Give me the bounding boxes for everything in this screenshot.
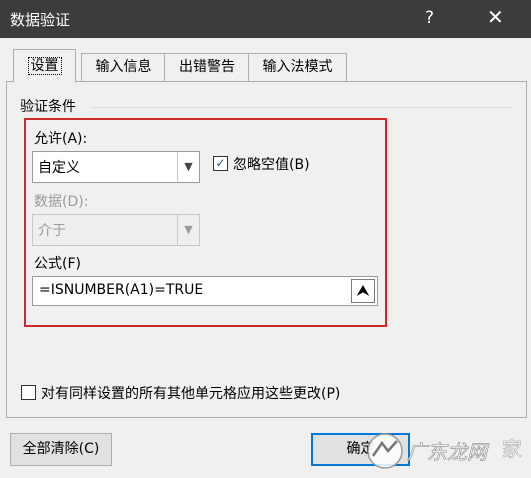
tab-error-alert[interactable]: 出错警告 [164,53,250,81]
allow-select[interactable]: 自定义 ▼ [32,151,200,183]
title-bar: 数据验证 ? ✕ [0,0,531,38]
watermark-text: 广东龙网 [407,440,490,464]
ignore-blank-checkbox[interactable]: ✓ [213,156,228,171]
formula-label: 公式(F) [34,256,81,272]
data-label: 数据(D): [34,194,89,210]
chevron-down-icon: ▼ [177,152,199,182]
window-title: 数据验证 [10,11,71,29]
help-icon[interactable]: ? [425,8,434,28]
group-title: 验证条件 [20,99,76,115]
tab-error-alert-label: 出错警告 [179,59,235,75]
allow-select-value: 自定义 [38,160,80,176]
apply-all-label: 对有同样设置的所有其他单元格应用这些更改(P) [41,386,341,402]
tab-ime-mode-label: 输入法模式 [262,59,333,75]
tab-settings-label: 设置 [27,57,62,75]
ignore-blank-label: 忽略空值(B) [233,157,310,173]
group-divider [92,107,512,108]
tab-settings[interactable]: 设置 [13,49,76,83]
data-select-value: 介于 [38,223,66,239]
chevron-down-icon: ▼ [177,215,199,245]
close-icon[interactable]: ✕ [487,5,504,29]
formula-value: =ISNUMBER(A1)=TRUE [39,282,204,298]
allow-label: 允许(A): [34,131,88,147]
collapse-dialog-icon[interactable]: ⮝ [351,279,375,303]
watermark-suffix: 家 [502,437,522,461]
formula-input[interactable]: =ISNUMBER(A1)=TRUE ⮝ [32,276,378,306]
tab-input-message[interactable]: 输入信息 [81,53,166,81]
clear-all-button[interactable]: 全部清除(C) [10,433,112,466]
apply-all-checkbox[interactable] [21,385,36,400]
tab-ime-mode[interactable]: 输入法模式 [248,53,347,81]
tab-input-message-label: 输入信息 [95,59,152,75]
data-select[interactable]: 介于 ▼ [32,214,200,246]
ok-button[interactable]: 确定 [311,433,410,466]
